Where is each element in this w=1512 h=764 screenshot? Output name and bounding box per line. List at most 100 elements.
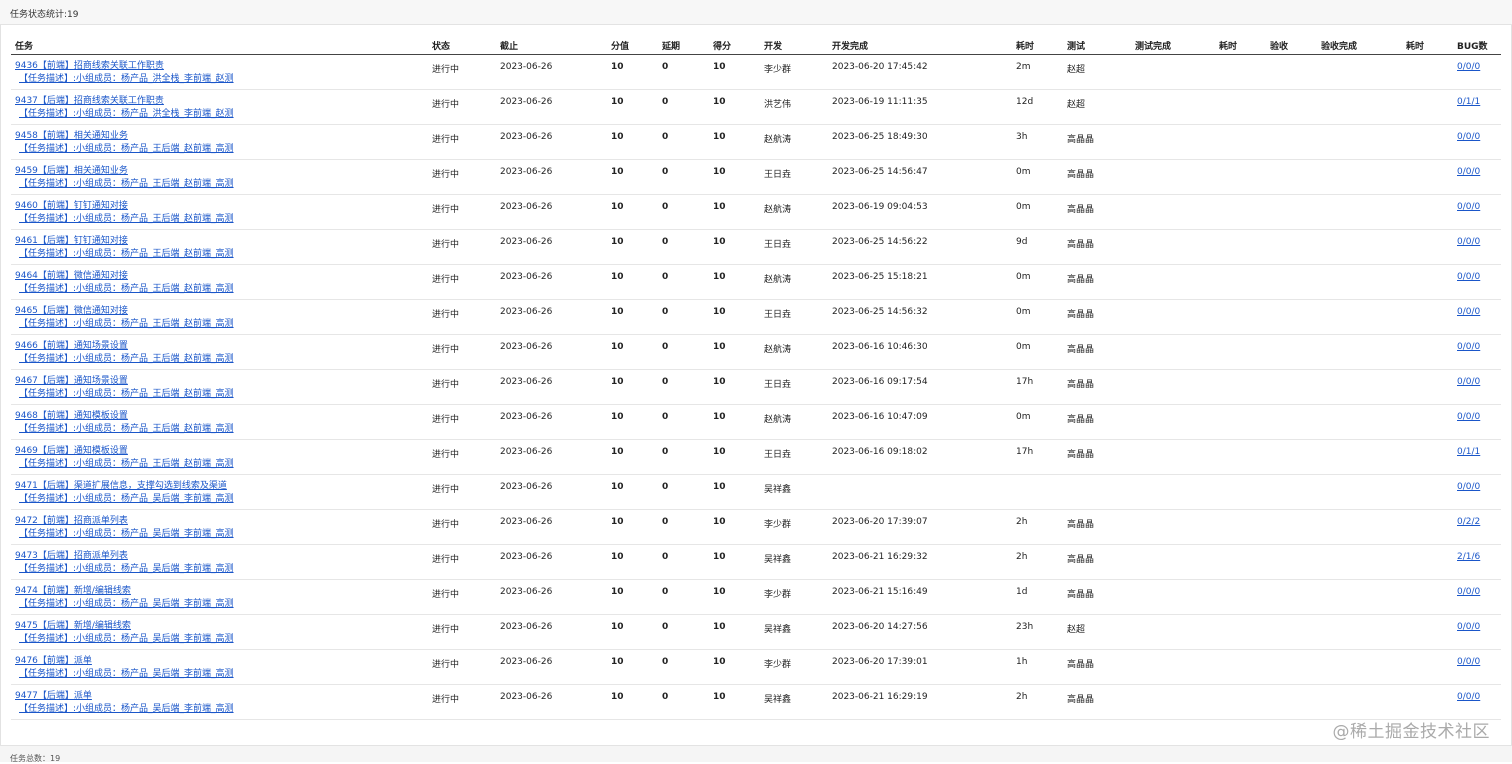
task-title-link[interactable]: 9477【后端】派单	[15, 690, 428, 703]
table-row: 9467【后端】通知场景设置 【任务描述】:小组成员：杨产品_王后端_赵前端_高测…	[11, 369, 1501, 405]
bug-count-link[interactable]: 0/0/0	[1457, 132, 1501, 142]
task-description-link[interactable]: 【任务描述】:小组成员：杨产品_洪全栈_李前端_赵测	[15, 73, 428, 86]
task-description-link[interactable]: 【任务描述】:小组成员：杨产品_王后端_赵前端_高测	[15, 353, 428, 366]
acceptor-cell	[1266, 404, 1317, 440]
dev-cell: 赵航涛	[760, 264, 828, 300]
score-cell: 10	[709, 579, 760, 615]
task-title-link[interactable]: 9465【后端】微信通知对接	[15, 305, 428, 318]
bug-count-link[interactable]: 0/0/0	[1457, 377, 1501, 387]
column-header: 分值	[607, 36, 658, 55]
status-cell: 进行中	[428, 404, 496, 440]
task-description-link[interactable]: 【任务描述】:小组成员：杨产品_吴后端_李前端_高测	[15, 633, 428, 646]
table-row: 9474【前端】新增/编辑线索 【任务描述】:小组成员：杨产品_吴后端_李前端_高…	[11, 579, 1501, 615]
score-value: 10	[713, 307, 726, 317]
dev-value: 李少群	[764, 660, 792, 670]
bug-count-link[interactable]: 0/0/0	[1457, 272, 1501, 282]
task-description-link[interactable]: 【任务描述】:小组成员：杨产品_吴后端_李前端_高测	[15, 668, 428, 681]
delay-value: 0	[662, 167, 669, 177]
bug-count-link[interactable]: 0/0/0	[1457, 657, 1501, 667]
task-title-link[interactable]: 9459【后端】相关通知业务	[15, 165, 428, 178]
task-cell: 9469【后端】通知模板设置 【任务描述】:小组成员：杨产品_王后端_赵前端_高测	[11, 439, 428, 475]
delay-value: 0	[662, 62, 669, 72]
bug-count-cell: 0/0/0	[1453, 369, 1501, 405]
score-cell: 10	[709, 509, 760, 545]
accept-time-cell	[1402, 124, 1453, 160]
task-description-link[interactable]: 【任务描述】:小组成员：杨产品_王后端_赵前端_高测	[15, 388, 428, 401]
dev-cell: 李少群	[760, 54, 828, 90]
task-title-link[interactable]: 9468【前端】通知模板设置	[15, 410, 428, 423]
points-cell: 10	[607, 544, 658, 580]
test-time-cell	[1215, 299, 1266, 335]
task-description-link[interactable]: 【任务描述】:小组成员：杨产品_吴后端_李前端_高测	[15, 703, 428, 716]
dev-done-value: 2023-06-21 16:29:19	[832, 692, 928, 702]
accept-time-cell	[1402, 334, 1453, 370]
task-description-link[interactable]: 【任务描述】:小组成员：杨产品_王后端_赵前端_高测	[15, 458, 428, 471]
task-title-link[interactable]: 9466【前端】通知场景设置	[15, 340, 428, 353]
task-title-link[interactable]: 9461【后端】钉钉通知对接	[15, 235, 428, 248]
table-row: 9464【前端】微信通知对接 【任务描述】:小组成员：杨产品_王后端_赵前端_高测…	[11, 264, 1501, 300]
bug-count-link[interactable]: 0/0/0	[1457, 692, 1501, 702]
task-title-link[interactable]: 9472【前端】招商派单列表	[15, 515, 428, 528]
task-description-link[interactable]: 【任务描述】:小组成员：杨产品_洪全栈_李前端_赵测	[15, 108, 428, 121]
bug-count-link[interactable]: 2/1/6	[1457, 552, 1501, 562]
bug-count-link[interactable]: 0/0/0	[1457, 412, 1501, 422]
task-title-link[interactable]: 9460【前端】钉钉通知对接	[15, 200, 428, 213]
score-value: 10	[713, 237, 726, 247]
task-title-link[interactable]: 9469【后端】通知模板设置	[15, 445, 428, 458]
task-title-link[interactable]: 9436【前端】招商线索关联工作职责	[15, 60, 428, 73]
task-description-link[interactable]: 【任务描述】:小组成员：杨产品_王后端_赵前端_高测	[15, 143, 428, 156]
score-value: 10	[713, 377, 726, 387]
task-title-link[interactable]: 9474【前端】新增/编辑线索	[15, 585, 428, 598]
task-description-link[interactable]: 【任务描述】:小组成员：杨产品_王后端_赵前端_高测	[15, 423, 428, 436]
bug-count-cell: 0/0/0	[1453, 334, 1501, 370]
task-description-link[interactable]: 【任务描述】:小组成员：杨产品_王后端_赵前端_高测	[15, 318, 428, 331]
accept-done-cell	[1317, 159, 1402, 195]
test-done-cell	[1131, 474, 1215, 510]
bug-count-link[interactable]: 0/2/2	[1457, 517, 1501, 527]
status-cell: 进行中	[428, 194, 496, 230]
accept-time-cell	[1402, 579, 1453, 615]
bug-count-link[interactable]: 0/0/0	[1457, 307, 1501, 317]
task-description-link[interactable]: 【任务描述】:小组成员：杨产品_吴后端_李前端_高测	[15, 563, 428, 576]
deadline-value: 2023-06-26	[500, 517, 553, 527]
task-title-link[interactable]: 9475【后端】新增/编辑线索	[15, 620, 428, 633]
task-title-link[interactable]: 9458【前端】相关通知业务	[15, 130, 428, 143]
status-cell: 进行中	[428, 579, 496, 615]
dev-time-cell: 2h	[1012, 684, 1063, 720]
status-cell: 进行中	[428, 229, 496, 265]
test-done-cell	[1131, 439, 1215, 475]
task-description-link[interactable]: 【任务描述】:小组成员：杨产品_吴后端_李前端_高测	[15, 598, 428, 611]
bug-count-link[interactable]: 0/0/0	[1457, 482, 1501, 492]
dev-cell: 吴祥鑫	[760, 684, 828, 720]
task-description-link[interactable]: 【任务描述】:小组成员：杨产品_王后端_赵前端_高测	[15, 178, 428, 191]
bug-count-link[interactable]: 0/0/0	[1457, 202, 1501, 212]
deadline-value: 2023-06-26	[500, 482, 553, 492]
tester-cell: 高晶晶	[1063, 334, 1131, 370]
bug-count-link[interactable]: 0/0/0	[1457, 342, 1501, 352]
bug-count-link[interactable]: 0/0/0	[1457, 62, 1501, 72]
task-description-link[interactable]: 【任务描述】:小组成员：杨产品_王后端_赵前端_高测	[15, 283, 428, 296]
bug-count-link[interactable]: 0/0/0	[1457, 622, 1501, 632]
task-description-link[interactable]: 【任务描述】:小组成员：杨产品_王后端_赵前端_高测	[15, 213, 428, 226]
task-title-link[interactable]: 9467【后端】通知场景设置	[15, 375, 428, 388]
bug-count-link[interactable]: 0/1/1	[1457, 97, 1501, 107]
bug-count-link[interactable]: 0/0/0	[1457, 587, 1501, 597]
dev-cell: 赵航涛	[760, 124, 828, 160]
task-title-link[interactable]: 9476【前端】派单	[15, 655, 428, 668]
points-value: 10	[611, 132, 624, 142]
tester-cell	[1063, 474, 1131, 510]
task-title-link[interactable]: 9473【后端】招商派单列表	[15, 550, 428, 563]
task-title-link[interactable]: 9437【后端】招商线索关联工作职责	[15, 95, 428, 108]
status-value: 进行中	[432, 695, 460, 705]
bug-count-link[interactable]: 0/1/1	[1457, 447, 1501, 457]
task-title-link[interactable]: 9471【后端】渠道扩展信息，支撑勾选到线索及渠道	[15, 480, 428, 493]
task-description-link[interactable]: 【任务描述】:小组成员：杨产品_吴后端_李前端_高测	[15, 528, 428, 541]
bug-count-cell: 0/2/2	[1453, 509, 1501, 545]
task-title-link[interactable]: 9464【前端】微信通知对接	[15, 270, 428, 283]
bug-count-link[interactable]: 0/0/0	[1457, 167, 1501, 177]
task-description-link[interactable]: 【任务描述】:小组成员：杨产品_吴后端_李前端_高测	[15, 493, 428, 506]
task-description-link[interactable]: 【任务描述】:小组成员：杨产品_王后端_赵前端_高测	[15, 248, 428, 261]
delay-value: 0	[662, 272, 669, 282]
bug-count-link[interactable]: 0/0/0	[1457, 237, 1501, 247]
accept-time-cell	[1402, 439, 1453, 475]
